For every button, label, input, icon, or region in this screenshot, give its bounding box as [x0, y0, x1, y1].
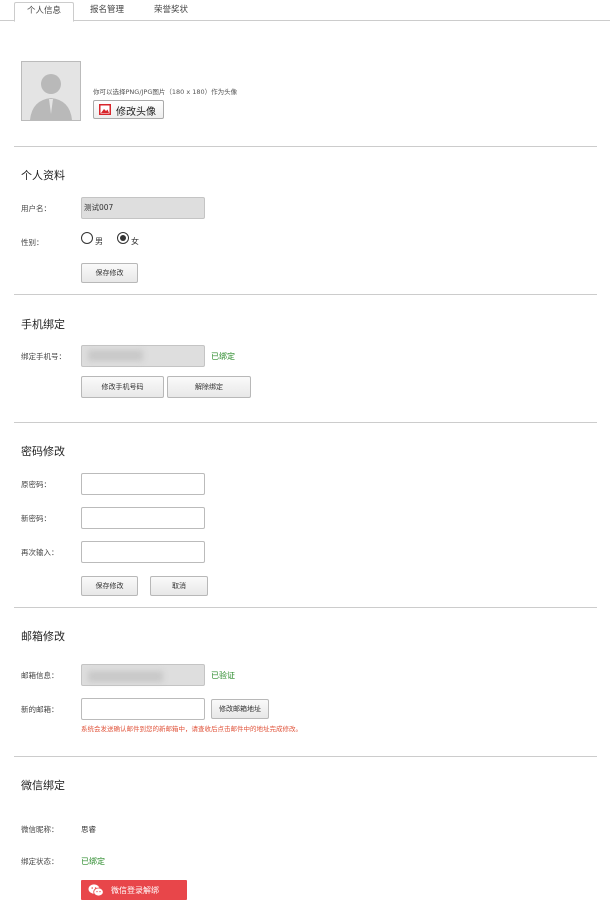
redacted-email: [88, 671, 163, 682]
password-save-button[interactable]: 保存修改: [81, 576, 138, 596]
new-password-label: 新密码：: [21, 514, 51, 523]
profile-section-title: 个人资料: [21, 169, 65, 182]
email-info-label: 邮箱信息：: [21, 671, 59, 680]
password-cancel-button[interactable]: 取消: [150, 576, 208, 596]
wechat-unbind-label: 微信登录解绑: [111, 886, 159, 895]
gender-male-label: 男: [95, 237, 103, 246]
username-label: 用户名：: [21, 204, 51, 213]
divider: [14, 756, 597, 757]
change-avatar-button[interactable]: 修改头像: [93, 100, 164, 119]
email-section-title: 邮箱修改: [21, 630, 65, 643]
wechat-status-value: 已绑定: [81, 857, 105, 866]
wechat-icon: [88, 884, 104, 897]
gender-male-radio[interactable]: [81, 232, 93, 244]
change-avatar-label: 修改头像: [116, 107, 156, 118]
divider: [14, 422, 597, 423]
wechat-nickname-value: 思睿: [81, 825, 96, 834]
tab-honors[interactable]: 荣誉奖状: [142, 2, 200, 19]
new-email-input[interactable]: [81, 698, 205, 720]
password-section-title: 密码修改: [21, 445, 65, 458]
divider: [14, 294, 597, 295]
email-field: [81, 664, 205, 686]
picture-icon: [99, 104, 111, 115]
profile-save-button[interactable]: 保存修改: [81, 263, 138, 283]
tab-bar: 个人信息 报名管理 荣誉奖状: [0, 0, 610, 22]
old-password-label: 原密码：: [21, 480, 51, 489]
change-email-button[interactable]: 修改邮箱地址: [211, 699, 269, 719]
phone-label: 绑定手机号：: [21, 352, 66, 361]
confirm-password-input[interactable]: [81, 541, 205, 563]
tab-personal-info[interactable]: 个人信息: [14, 2, 74, 22]
unbind-phone-button[interactable]: 解除绑定: [167, 376, 251, 398]
email-notice: 系统会发送确认邮件到您的新邮箱中，请查收后点击邮件中的地址完成修改。: [81, 725, 302, 733]
wechat-unbind-button[interactable]: 微信登录解绑: [81, 880, 187, 900]
gender-female-radio[interactable]: [117, 232, 129, 244]
divider: [14, 607, 597, 608]
divider: [14, 146, 597, 147]
avatar-hint: 你可以选择PNG/JPG图片（180 x 180）作为头像: [93, 88, 238, 96]
phone-section-title: 手机绑定: [21, 318, 65, 331]
old-password-input[interactable]: [81, 473, 205, 495]
wechat-status-label: 绑定状态：: [21, 857, 59, 866]
username-field: 测试007: [81, 197, 205, 219]
phone-status: 已绑定: [211, 352, 235, 361]
gender-female-label: 女: [131, 237, 139, 246]
redacted-phone: [88, 350, 143, 361]
phone-field: [81, 345, 205, 367]
user-silhouette-icon: [30, 74, 72, 120]
new-email-label: 新的邮箱：: [21, 705, 59, 714]
email-status: 已验证: [211, 671, 235, 680]
confirm-password-label: 再次输入：: [21, 548, 59, 557]
wechat-nickname-label: 微信昵称：: [21, 825, 59, 834]
radio-dot-icon: [120, 235, 126, 241]
change-phone-button[interactable]: 修改手机号码: [81, 376, 164, 398]
wechat-section-title: 微信绑定: [21, 779, 65, 792]
tab-registration-management[interactable]: 报名管理: [78, 2, 136, 19]
gender-label: 性别：: [21, 238, 44, 247]
avatar: [21, 61, 81, 121]
new-password-input[interactable]: [81, 507, 205, 529]
